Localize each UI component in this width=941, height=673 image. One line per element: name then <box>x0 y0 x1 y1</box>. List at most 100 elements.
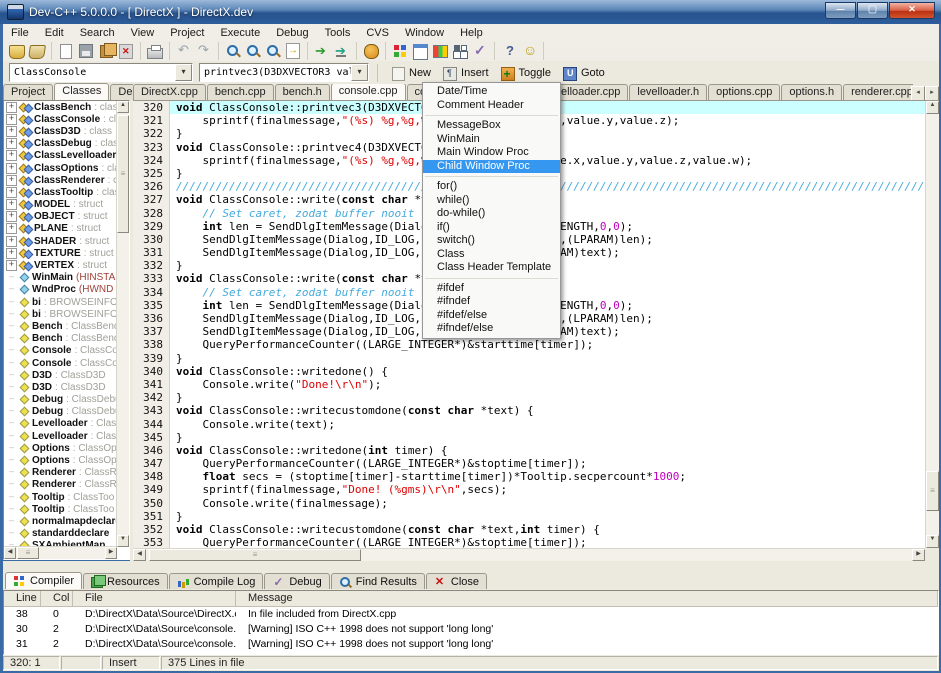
editor-tab[interactable]: bench.cpp <box>207 84 274 100</box>
expand-icon[interactable] <box>6 150 17 161</box>
help-button[interactable] <box>499 42 519 60</box>
save-all-button[interactable] <box>96 42 116 60</box>
expand-icon[interactable] <box>6 199 17 210</box>
editor-tab[interactable]: console.cpp <box>331 84 406 100</box>
find-button[interactable] <box>223 42 243 60</box>
tree-item[interactable]: Debug : ClassDebug <box>4 406 117 418</box>
code-line[interactable]: 342} <box>133 391 926 404</box>
tree-item[interactable]: Renderer : ClassR <box>4 467 117 479</box>
tree-item[interactable]: SHADER : struct <box>4 235 117 247</box>
print-button[interactable] <box>145 42 165 60</box>
tree-item[interactable]: ClassBench : class <box>4 101 117 113</box>
code-line[interactable]: 345} <box>133 431 926 444</box>
tree-item[interactable]: D3D : ClassD3D <box>4 369 117 381</box>
editor-tab[interactable]: options.h <box>781 84 842 100</box>
insert-menu-item-messagebox[interactable]: MessageBox <box>423 119 560 133</box>
insert-menu-item--ifdef-else[interactable]: #ifdef/else <box>423 309 560 323</box>
menu-window[interactable]: Window <box>397 27 452 39</box>
undo-button[interactable] <box>174 42 194 60</box>
tree-item[interactable]: bi : BROWSEINFO <box>4 296 117 308</box>
insert-menu-item-for-[interactable]: for() <box>423 180 560 194</box>
tree-item[interactable]: ClassConsole : class <box>4 113 117 125</box>
tab-close[interactable]: Close <box>426 573 487 589</box>
insert-menu-item-comment-header[interactable]: Comment Header <box>423 99 560 113</box>
code-line[interactable]: 350 Console.write(finalmessage); <box>133 497 926 510</box>
editor-horizontal-scrollbar[interactable]: ◀ ▶ <box>133 548 925 562</box>
new-project-button[interactable] <box>7 42 27 60</box>
goto-button[interactable]: Goto <box>557 63 611 82</box>
tree-item[interactable]: Tooltip : ClassToo <box>4 503 117 515</box>
tab-classes[interactable]: Classes <box>54 83 109 100</box>
column-header-col[interactable]: Col <box>41 591 73 607</box>
insert-menu-item--ifndef-else[interactable]: #ifndef/else <box>423 322 560 336</box>
compile-button[interactable] <box>312 42 332 60</box>
tree-horizontal-scrollbar[interactable]: ◀ ▶ <box>4 546 117 559</box>
tree-item[interactable]: Levelloader : Class <box>4 418 117 430</box>
editor-tab[interactable]: levelloader.h <box>629 84 707 100</box>
insert-menu-item--ifdef[interactable]: #ifdef <box>423 282 560 296</box>
editor-tab[interactable]: options.cpp <box>708 84 780 100</box>
close-file-button[interactable] <box>116 42 136 60</box>
tree-item[interactable]: normalmapdeclare <box>4 515 117 527</box>
tree-item[interactable]: D3D : ClassD3D <box>4 381 117 393</box>
tree-item[interactable]: Levelloader : Class <box>4 430 117 442</box>
check-button[interactable] <box>470 42 490 60</box>
menu-execute[interactable]: Execute <box>212 27 268 39</box>
column-header-message[interactable]: Message <box>236 591 938 607</box>
title-bar[interactable]: Dev-C++ 5.0.0.0 - [ DirectX ] - DirectX.… <box>0 0 941 24</box>
editor-tab[interactable]: bench.h <box>275 84 330 100</box>
tree-item[interactable]: ClassOptions : class <box>4 162 117 174</box>
insert-menu-item--ifndef[interactable]: #ifndef <box>423 295 560 309</box>
toggle-button[interactable]: Toggle <box>495 63 557 82</box>
expand-icon[interactable] <box>6 260 17 271</box>
tab-project[interactable]: Project <box>3 84 53 100</box>
about-button[interactable] <box>519 42 539 60</box>
tree-item[interactable]: Bench : ClassBench <box>4 320 117 332</box>
tree-item[interactable]: Bench : ClassBench <box>4 333 117 345</box>
expand-icon[interactable] <box>6 211 17 222</box>
code-line[interactable]: 347 QueryPerformanceCounter((LARGE_INTEG… <box>133 457 926 470</box>
tree-item[interactable]: MODEL : struct <box>4 199 117 211</box>
insert-menu-item-while-[interactable]: while() <box>423 194 560 208</box>
expand-icon[interactable] <box>6 236 17 247</box>
chevron-down-icon[interactable] <box>175 64 192 81</box>
insert-menu-item-class-header-template[interactable]: Class Header Template <box>423 261 560 275</box>
tile-button[interactable] <box>450 42 470 60</box>
tree-vertical-scrollbar[interactable]: ▲ ▼ <box>116 101 129 547</box>
insert-menu-item-date-time[interactable]: Date/Time <box>423 85 560 99</box>
open-project-button[interactable] <box>27 42 47 60</box>
code-line[interactable]: 338 QueryPerformanceCounter((LARGE_INTEG… <box>133 338 926 351</box>
menu-debug[interactable]: Debug <box>268 27 316 39</box>
replace-button[interactable] <box>243 42 263 60</box>
class-combobox[interactable]: ClassConsole <box>9 63 193 82</box>
expand-icon[interactable] <box>6 248 17 259</box>
insert-menu-item-do-while-[interactable]: do-while() <box>423 207 560 221</box>
member-combobox[interactable]: printvec3(D3DXVECTOR3 value) <box>199 63 369 82</box>
new-file-button[interactable] <box>56 42 76 60</box>
tree-item[interactable]: ClassDebug : class <box>4 138 117 150</box>
tree-item[interactable]: PLANE : struct <box>4 223 117 235</box>
expand-icon[interactable] <box>6 102 17 113</box>
code-line[interactable]: 351} <box>133 510 926 523</box>
tree-item[interactable]: ClassLevelloader : class <box>4 150 117 162</box>
insert-menu-item-if-[interactable]: if() <box>423 221 560 235</box>
tree-item[interactable]: WinMain (HINSTANCE hInstance <box>4 272 117 284</box>
tree-item[interactable]: WndProc (HWND hWnd, UINT msg <box>4 284 117 296</box>
tree-item[interactable]: TEXTURE : struct <box>4 247 117 259</box>
colors-window-button[interactable] <box>430 42 450 60</box>
expand-icon[interactable] <box>6 175 17 186</box>
tree-item[interactable]: OBJECT : struct <box>4 211 117 223</box>
tree-item[interactable]: ClassRenderer : class <box>4 174 117 186</box>
goto-line-button[interactable] <box>283 42 303 60</box>
tab-scroll-left-icon[interactable] <box>911 86 925 101</box>
save-button[interactable] <box>76 42 96 60</box>
close-button[interactable] <box>889 2 935 19</box>
code-line[interactable]: 348 float secs = (stoptime[timer]-startt… <box>133 470 926 483</box>
find-in-files-button[interactable] <box>263 42 283 60</box>
tree-item[interactable]: Options : ClassOp <box>4 454 117 466</box>
menu-view[interactable]: View <box>123 27 163 39</box>
message-row[interactable]: 380D:\DirectX\Data\Source\DirectX.cppIn … <box>4 607 938 622</box>
insert-menu-item-winmain[interactable]: WinMain <box>423 133 560 147</box>
insert-button[interactable]: Insert <box>437 63 495 82</box>
run-button[interactable] <box>332 42 352 60</box>
